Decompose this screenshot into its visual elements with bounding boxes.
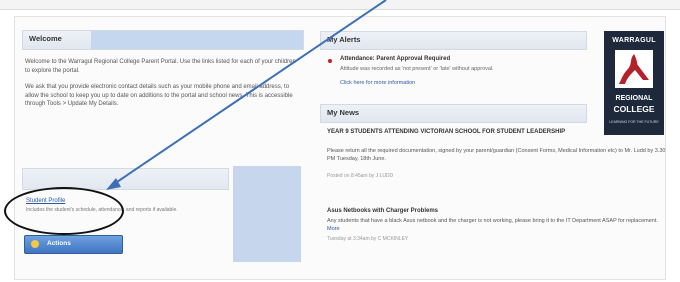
news-item-title[interactable]: Asus Netbooks with Charger Problems	[327, 208, 657, 214]
welcome-paragraph-2: We ask that you provide electronic conta…	[25, 84, 293, 107]
alert-text: Attitude was recorded as 'not present' o…	[340, 66, 494, 72]
logo-tagline: LEARNING FOR THE FUTURE	[609, 120, 659, 124]
logo-top-text: WARRAGUL	[612, 37, 656, 44]
news-item-body: Any students that have a black Asus netb…	[327, 218, 667, 233]
news-more-link[interactable]: More	[327, 226, 340, 232]
actions-icon	[31, 240, 39, 248]
news-title: My News	[327, 108, 360, 117]
news-item-body-text: Any students that have a black Asus netb…	[327, 218, 658, 224]
actions-button-label: Actions	[47, 240, 71, 247]
top-strip	[0, 0, 680, 10]
alert-info-link[interactable]: Click here for more information	[340, 80, 415, 86]
alerts-header: My Alerts	[320, 31, 587, 50]
welcome-title: Welcome	[29, 34, 62, 43]
news-header: My News	[320, 104, 587, 123]
alert-bullet-icon	[328, 59, 332, 63]
actions-button[interactable]: Actions	[24, 235, 123, 254]
welcome-text: Welcome to the Warragul Regional College…	[25, 58, 300, 117]
welcome-paragraph-1: Welcome to the Warragul Regional College…	[25, 59, 296, 74]
news-item-meta: Tuesday at 3:34am by C MCKINLEY	[327, 236, 409, 242]
news-item-meta: Posted on 8:45am by J LUDD	[327, 173, 394, 179]
logo-mark-icon	[615, 50, 653, 88]
student-photo-placeholder	[233, 166, 301, 262]
welcome-header: Welcome	[22, 30, 304, 50]
logo-line-2: COLLEGE	[613, 104, 655, 114]
logo-line-1: REGIONAL	[615, 95, 653, 102]
college-logo: WARRAGUL REGIONAL COLLEGE LEARNING FOR T…	[604, 31, 664, 135]
redaction-block	[91, 31, 303, 49]
highlight-ellipse	[4, 187, 124, 235]
alert-title[interactable]: Attendance: Parent Approval Required	[340, 56, 450, 62]
alerts-title: My Alerts	[327, 35, 361, 44]
news-item-body: Please return all the required documenta…	[327, 148, 666, 162]
